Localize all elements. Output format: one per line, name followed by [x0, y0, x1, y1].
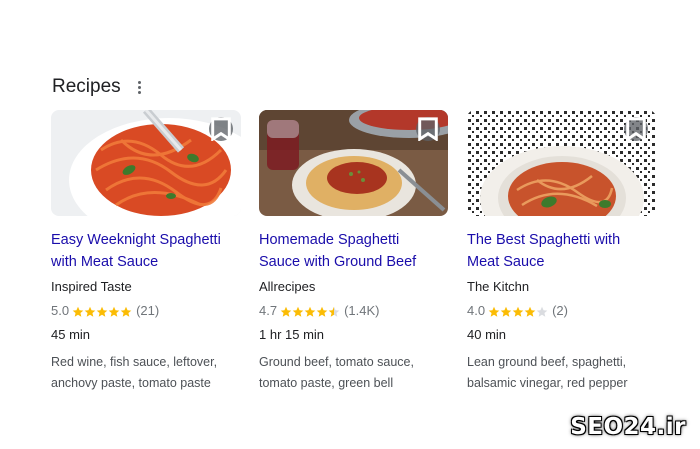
recipe-title-link[interactable]: Easy Weeknight Spaghetti with Meat Sauce [51, 229, 241, 273]
star-icon [280, 305, 292, 317]
star-icon [84, 305, 96, 317]
star-icon [328, 305, 340, 317]
star-icon [96, 305, 108, 317]
star-icon [524, 305, 536, 317]
star-rating [488, 305, 548, 317]
recipe-rating: 4.7 (1.4K) [259, 302, 448, 320]
section-header: Recipes [52, 74, 145, 100]
star-icon [512, 305, 524, 317]
star-icon [304, 305, 316, 317]
recipe-card[interactable]: The Best Spaghetti with Meat Sauce The Ki… [467, 110, 656, 394]
star-icon [536, 305, 548, 317]
recipe-source: Inspired Taste [51, 279, 132, 294]
cook-time: 45 min [51, 327, 91, 342]
star-icon [120, 305, 132, 317]
rating-value: 5.0 [51, 303, 70, 318]
recipe-card[interactable]: Homemade Spaghetti Sauce with Ground Beef… [259, 110, 448, 394]
recipe-image[interactable] [51, 110, 241, 216]
star-icon [316, 305, 328, 317]
watermark-logo: SEO24.ir [570, 414, 686, 440]
ingredients: Lean ground beef, spaghetti, balsamic vin… [467, 355, 628, 390]
recipe-rating: 5.0 (21) [51, 302, 241, 320]
ingredients: Ground beef, tomato sauce, tomato paste, … [259, 355, 414, 390]
star-icon [108, 305, 120, 317]
bookmark-icon[interactable] [624, 117, 648, 141]
cook-time: 40 min [467, 327, 507, 342]
star-icon [72, 305, 84, 317]
recipe-title-link[interactable]: Homemade Spaghetti Sauce with Ground Beef [259, 229, 448, 273]
cook-time: 1 hr 15 min [259, 327, 325, 342]
recipe-image[interactable] [467, 110, 656, 216]
more-vert-icon[interactable] [135, 78, 145, 96]
review-count: (2) [552, 303, 568, 318]
review-count: (1.4K) [344, 303, 380, 318]
recipe-rating: 4.0 (2) [467, 302, 656, 320]
review-count: (21) [136, 303, 160, 318]
recipe-source: Allrecipes [259, 279, 316, 294]
rating-value: 4.7 [259, 303, 278, 318]
star-rating [280, 305, 340, 317]
ingredients: Red wine, fish sauce, leftover, anchovy p… [51, 355, 218, 390]
bookmark-icon[interactable] [209, 117, 233, 141]
recipe-source: The Kitchn [467, 279, 530, 294]
star-rating [72, 305, 132, 317]
rating-value: 4.0 [467, 303, 486, 318]
section-title: Recipes [52, 76, 121, 97]
star-icon [488, 305, 500, 317]
recipe-card[interactable]: Easy Weeknight Spaghetti with Meat Sauce … [51, 110, 241, 394]
recipe-title-link[interactable]: The Best Spaghetti with Meat Sauce [467, 229, 656, 273]
star-icon [500, 305, 512, 317]
recipe-image[interactable] [259, 110, 448, 216]
bookmark-icon[interactable] [416, 117, 440, 141]
star-icon [292, 305, 304, 317]
